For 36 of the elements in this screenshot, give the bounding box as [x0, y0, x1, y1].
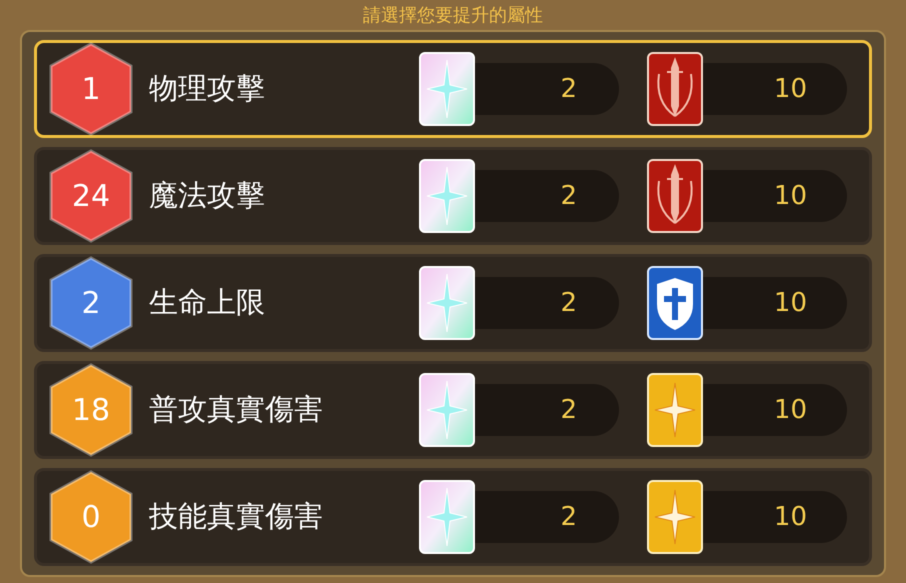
rank-number: 1	[81, 70, 101, 108]
star-card-icon	[419, 480, 475, 554]
star-card-icon	[647, 480, 703, 554]
star-card-icon	[419, 373, 475, 447]
attribute-row[interactable]: 0 技能真實傷害 2 10	[34, 468, 872, 566]
rank-number: 24	[72, 178, 110, 216]
attribute-row[interactable]: 24 魔法攻擊 2 10	[34, 147, 872, 245]
attribute-name: 普攻真實傷害	[149, 391, 324, 428]
attribute-name: 魔法攻擊	[149, 177, 266, 214]
sword-card-icon	[647, 52, 703, 126]
cost-amount: 10	[774, 72, 807, 106]
cost-amount: 10	[774, 180, 807, 212]
shield-card-icon	[647, 266, 703, 340]
attribute-name: 生命上限	[149, 284, 266, 322]
dialog-title: 請選擇您要提升的屬性	[363, 4, 543, 28]
sword-card-icon	[647, 159, 703, 233]
cost-amount: 2	[560, 180, 577, 212]
star-card-icon	[647, 373, 703, 447]
attribute-row[interactable]: 2 生命上限 2 10	[34, 254, 872, 352]
attribute-row[interactable]: 1 物理攻擊 2 10	[34, 40, 872, 138]
star-card-icon	[419, 159, 475, 233]
attribute-name: 技能真實傷害	[149, 498, 324, 536]
rank-number: 2	[81, 284, 101, 322]
cost-amount: 10	[774, 394, 807, 426]
cost-amount: 2	[560, 286, 577, 320]
rank-number: 0	[81, 498, 101, 536]
cost-amount: 2	[560, 72, 577, 106]
star-card-icon	[419, 52, 475, 126]
cost-amount: 2	[560, 500, 577, 534]
cost-amount: 10	[774, 286, 807, 320]
attribute-row[interactable]: 18 普攻真實傷害 2 10	[34, 361, 872, 459]
rank-number: 18	[72, 392, 110, 430]
cost-amount: 2	[560, 394, 577, 426]
cost-amount: 10	[774, 500, 807, 534]
attribute-name: 物理攻擊	[149, 70, 266, 108]
star-card-icon	[419, 266, 475, 340]
